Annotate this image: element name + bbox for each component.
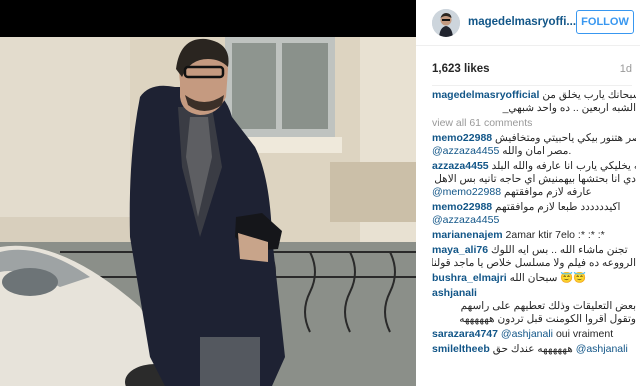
comment-mention[interactable]: @ashjanali	[501, 328, 553, 340]
avatar-image	[432, 9, 460, 37]
comment-item: ashjanali بعض التعليقات وذلك تعطيهم على …	[432, 287, 636, 326]
comment-username[interactable]: sarazara4747	[432, 328, 498, 340]
comment-item: azzaza4455 الله يخليكي يارب انا عارفه وا…	[432, 160, 636, 199]
comment-text: الله يخليكي يارب انا عارفه والله البلد	[491, 160, 636, 172]
comment-username[interactable]: ashjanali	[432, 287, 477, 299]
comment-item: bushra_elmajri سبحان الله 😇😇	[432, 272, 636, 285]
post-stats: 1,623 likes 1d	[432, 63, 632, 79]
comment-text: بعض التعليقات وذلك تعطيهم على راسهم	[460, 300, 636, 312]
divider	[432, 85, 632, 86]
post-photo-image	[0, 37, 416, 386]
post-panel: magedelmasryoffi... FOLLOW 1,623 likes 1…	[416, 0, 640, 386]
post-header: magedelmasryoffi... FOLLOW	[416, 0, 640, 46]
comment-mention[interactable]: @memo22988	[432, 186, 501, 198]
comment-text: مصر هتنور بيكي ياحبيتي ومتخافيش	[495, 132, 636, 144]
comment-username[interactable]: azzaza4455	[432, 160, 489, 172]
like-count[interactable]: 1,623 likes	[432, 63, 490, 75]
view-all-comments-row: view all 61 comments	[432, 117, 636, 130]
post-age: 1d	[619, 63, 632, 75]
comment-username[interactable]: maya_ali76	[432, 244, 488, 256]
comment-text: .مصر امان والله	[502, 145, 572, 157]
follow-button[interactable]: FOLLOW	[576, 10, 634, 34]
comment-item: memo22988 اكيدددددد طبعا لازم موافقتهم @…	[432, 201, 636, 227]
comment-text: سبحان الله 😇😇	[509, 272, 587, 284]
comment-text: 2amar ktir 7elo :* :* :*	[505, 229, 605, 241]
post-photo[interactable]	[0, 37, 416, 386]
comment-username[interactable]: memo22988	[432, 132, 492, 144]
comment-item: memo22988 مصر هتنور بيكي ياحبيتي ومتخافي…	[432, 132, 636, 158]
comment-text: وتقول أقروا الكومنت قبل تردون ههههههه	[459, 313, 636, 325]
comment-mention[interactable]: @ashjanali	[576, 343, 628, 355]
comment-list: magedelmasryofficial سبحانك يارب يخلق من…	[432, 89, 636, 356]
comment-username[interactable]: bushra_elmajri	[432, 272, 507, 284]
caption-username[interactable]: magedelmasryofficial	[432, 89, 539, 101]
comment-text: ههههههه عندك حق	[492, 343, 573, 355]
caption-text-2: الشبه اربعين .. ده واحد شبهي_	[502, 102, 636, 114]
comment-text: oui vraiment	[555, 328, 614, 340]
comment-text: الرووعه ده فيلم ولا مسلسل خلاص يا ماجد ق…	[432, 257, 636, 269]
comment-item: smileltheeb ههههههه عندك حق @ashjanali	[432, 343, 636, 356]
comment-text: دي انا بحتشها بيهمنيش اي حاجه تانيه بس ا…	[432, 173, 636, 185]
comment-text: تجنن ماشاء الله .. بس ايه اللوك	[490, 244, 628, 256]
comment-text: عارفه لازم موافقتهم	[503, 186, 592, 198]
photo-top-bar	[0, 0, 416, 37]
view-all-comments-link[interactable]: view all 61 comments	[432, 117, 636, 130]
comment-username[interactable]: memo22988	[432, 201, 492, 213]
comment-item: marianenajem 2amar ktir 7elo :* :* :*	[432, 229, 636, 242]
avatar[interactable]	[432, 9, 460, 37]
comment-item: sarazara4747 @ashjanali oui vraiment	[432, 328, 636, 341]
caption-text-1: سبحانك يارب يخلق من	[542, 89, 636, 101]
header-username[interactable]: magedelmasryoffi...	[468, 16, 576, 28]
comment-item: maya_ali76 تجنن ماشاء الله .. بس ايه الل…	[432, 244, 636, 270]
comment-mention[interactable]: @azzaza4455	[432, 145, 499, 157]
comment-username[interactable]: marianenajem	[432, 229, 503, 241]
comment-text: اكيدددددد طبعا لازم موافقتهم	[495, 201, 621, 213]
comment-username[interactable]: smileltheeb	[432, 343, 490, 355]
caption: magedelmasryofficial سبحانك يارب يخلق من…	[432, 89, 636, 115]
comment-mention[interactable]: @azzaza4455	[432, 214, 499, 226]
